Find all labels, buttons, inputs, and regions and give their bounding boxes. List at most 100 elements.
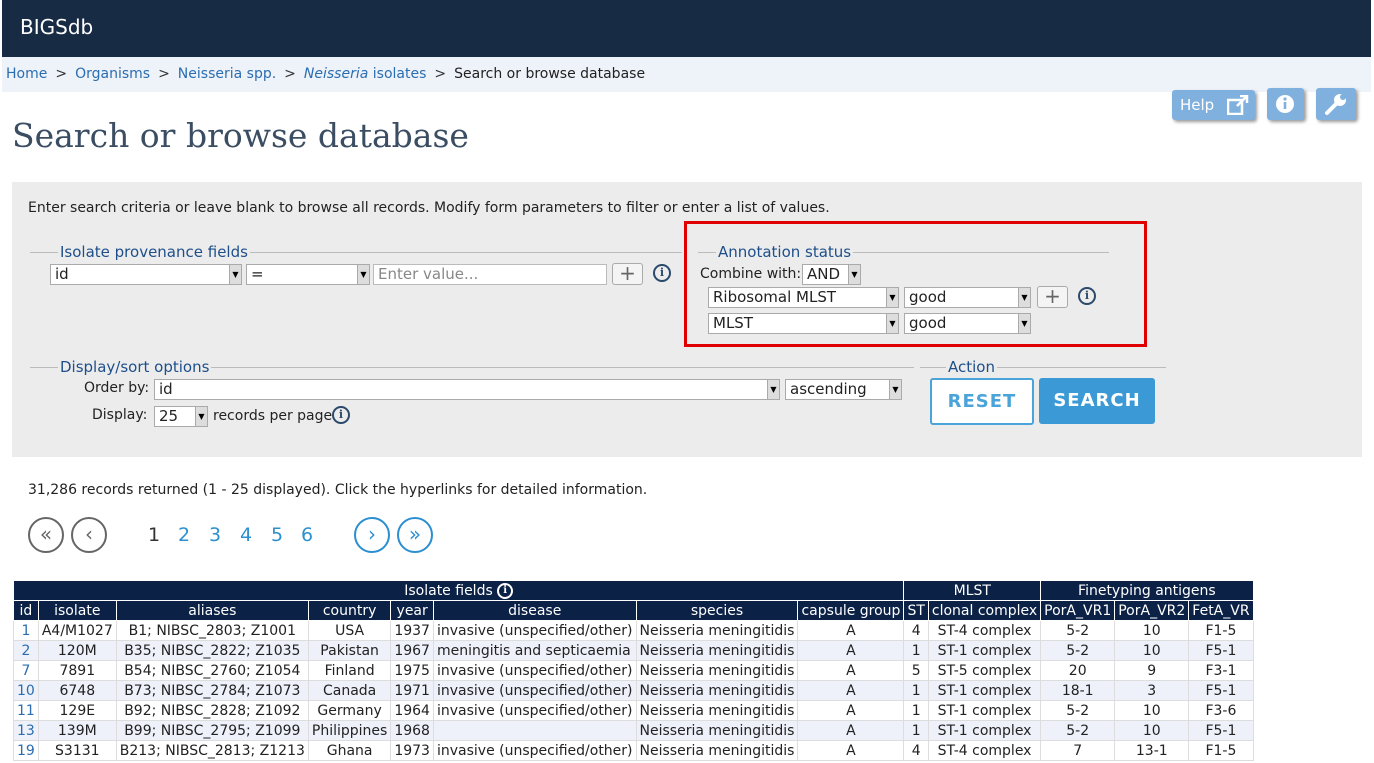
- table-column-header-row: id isolate aliases country year disease specie…: [13, 600, 1254, 621]
- breadcrumb-organisms[interactable]: Organisms: [75, 66, 150, 82]
- column-header[interactable]: aliases: [115, 600, 309, 621]
- column-header[interactable]: species: [635, 600, 799, 621]
- table-cell: 13-1: [1114, 740, 1190, 761]
- value-input[interactable]: Enter value...: [373, 264, 607, 285]
- search-button[interactable]: SEARCH: [1039, 378, 1155, 424]
- table-cell: 5-2: [1040, 700, 1116, 721]
- table-cell: 5: [903, 660, 929, 681]
- column-header[interactable]: country: [307, 600, 392, 621]
- table-cell: 10: [1114, 700, 1190, 721]
- info-icon[interactable]: i: [653, 264, 671, 282]
- app-title[interactable]: BIGSdb: [20, 15, 93, 39]
- table-cell: F5-1: [1188, 640, 1254, 661]
- isolate-id-link[interactable]: 13: [17, 723, 35, 739]
- table-cell: 139M: [37, 720, 117, 741]
- table-cell: 1973: [390, 740, 434, 761]
- table-cell: 1: [903, 700, 929, 721]
- table-cell: invasive (unspecified/other): [432, 620, 637, 641]
- table-cell: invasive (unspecified/other): [432, 660, 637, 681]
- column-header[interactable]: disease: [432, 600, 637, 621]
- page-number-current: 1: [148, 524, 161, 546]
- table-cell: Germany: [307, 700, 392, 721]
- info-icon[interactable]: i: [497, 582, 514, 599]
- table-cell: 13: [13, 720, 39, 741]
- form-intro-text: Enter search criteria or leave blank to …: [28, 200, 830, 216]
- table-cell: 1968: [390, 720, 434, 741]
- previous-page-button[interactable]: ‹: [71, 517, 107, 553]
- table-cell: A: [797, 720, 905, 741]
- breadcrumb-neisseria-genus[interactable]: Neisseria: [304, 66, 368, 82]
- reset-button[interactable]: RESET: [930, 378, 1034, 425]
- provenance-field-select[interactable]: id ▼: [50, 264, 242, 285]
- table-cell: 129E: [37, 700, 117, 721]
- help-label: Help: [1180, 96, 1215, 114]
- group-header-finetyping: Finetyping antigens: [1040, 580, 1254, 601]
- table-cell: B73; NIBSC_2784; Z1073: [115, 680, 309, 701]
- breadcrumb-separator: >: [158, 66, 170, 82]
- breadcrumb-neisseria-spp[interactable]: Neisseria spp.: [178, 66, 276, 82]
- tools-button[interactable]: [1316, 88, 1356, 120]
- isolate-id-link[interactable]: 1: [21, 623, 30, 639]
- page-number-link[interactable]: 6: [301, 524, 313, 546]
- last-page-button[interactable]: »: [397, 517, 433, 553]
- table-cell: Ghana: [307, 740, 392, 761]
- sort-direction-select[interactable]: ascending ▼: [785, 379, 902, 400]
- info-icon: [1276, 95, 1294, 113]
- order-by-select[interactable]: id ▼: [154, 379, 780, 400]
- info-button[interactable]: [1267, 88, 1304, 120]
- table-cell: 120M: [37, 640, 117, 661]
- table-cell: 1: [903, 720, 929, 741]
- records-per-page-select[interactable]: 25 ▼: [154, 406, 208, 427]
- results-table: Isolate fields i MLST Finetyping antigen…: [12, 580, 1254, 761]
- breadcrumb-home[interactable]: Home: [6, 66, 47, 82]
- chevron-down-icon: ▼: [357, 265, 369, 284]
- column-header[interactable]: capsule group: [797, 600, 905, 621]
- table-cell: B35; NIBSC_2822; Z1035: [115, 640, 309, 661]
- table-cell: Finland: [307, 660, 392, 681]
- table-cell: Philippines: [307, 720, 392, 741]
- table-cell: Neisseria meningitidis: [635, 740, 799, 761]
- table-row: 19 S3131 B213; NIBSC_2813; Z1213 Ghana 1973 i…: [13, 740, 1254, 761]
- page-number-link[interactable]: 2: [178, 524, 190, 546]
- operator-value: =: [251, 265, 264, 283]
- table-cell: 1971: [390, 680, 434, 701]
- column-header[interactable]: ST: [903, 600, 929, 621]
- breadcrumb-separator: >: [434, 66, 447, 82]
- isolate-id-link[interactable]: 10: [17, 683, 35, 699]
- column-header[interactable]: clonal complex: [927, 600, 1042, 621]
- table-cell: 1: [903, 640, 929, 661]
- next-page-button[interactable]: ›: [354, 517, 390, 553]
- column-header[interactable]: PorA_VR1: [1040, 600, 1116, 621]
- table-cell: ST-1 complex: [927, 680, 1042, 701]
- add-provenance-field-button[interactable]: +: [612, 263, 643, 285]
- first-page-button[interactable]: «: [28, 517, 64, 553]
- operator-select[interactable]: = ▼: [246, 264, 370, 285]
- column-header[interactable]: PorA_VR2: [1114, 600, 1190, 621]
- table-cell: B1; NIBSC_2803; Z1001: [115, 620, 309, 641]
- table-cell: A: [797, 740, 905, 761]
- page-number-link[interactable]: 5: [271, 524, 283, 546]
- chevron-down-icon: ▼: [767, 380, 779, 399]
- table-cell: 11: [13, 700, 39, 721]
- breadcrumb-isolates[interactable]: isolates: [373, 66, 427, 82]
- column-header[interactable]: FetA_VR: [1188, 600, 1254, 621]
- column-header[interactable]: year: [390, 600, 434, 621]
- action-legend: Action: [948, 358, 995, 376]
- table-cell: B213; NIBSC_2813; Z1213: [115, 740, 309, 761]
- isolate-id-link[interactable]: 2: [21, 643, 30, 659]
- page-number-link[interactable]: 3: [209, 524, 221, 546]
- column-header[interactable]: isolate: [37, 600, 117, 621]
- isolate-id-link[interactable]: 7: [21, 663, 30, 679]
- chevron-down-icon: ▼: [889, 380, 901, 399]
- annotation-highlight-box: [684, 221, 1147, 347]
- page-number-link[interactable]: 4: [240, 524, 252, 546]
- column-header[interactable]: id: [13, 600, 39, 621]
- help-button[interactable]: Help: [1172, 90, 1255, 120]
- table-cell: 19: [13, 740, 39, 761]
- external-link-icon: [1227, 95, 1249, 115]
- table-cell: 10: [1114, 640, 1190, 661]
- isolate-id-link[interactable]: 11: [17, 703, 35, 719]
- value-placeholder: Enter value...: [378, 265, 479, 283]
- isolate-id-link[interactable]: 19: [17, 743, 35, 759]
- info-icon[interactable]: i: [332, 406, 350, 424]
